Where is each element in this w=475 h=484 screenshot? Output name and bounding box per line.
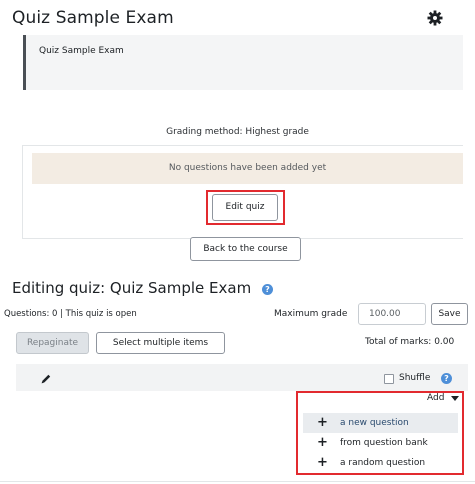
menu-item-random-question[interactable]: + a random question [303, 453, 458, 473]
menu-item-label: from question bank [340, 438, 428, 448]
plus-icon: + [317, 435, 328, 450]
divider [0, 481, 475, 482]
quiz-status: Questions: 0 | This quiz is open [4, 309, 137, 319]
no-questions-notice: No questions have been added yet [32, 153, 463, 184]
repaginate-button: Repaginate [16, 332, 89, 354]
gear-icon[interactable] [427, 10, 443, 26]
edit-quiz-button[interactable]: Edit quiz [212, 194, 278, 221]
shuffle-label: Shuffle [399, 373, 431, 383]
description-text: Quiz Sample Exam [39, 46, 124, 56]
select-multiple-button[interactable]: Select multiple items [96, 332, 225, 354]
plus-icon: + [317, 455, 328, 470]
page-title: Quiz Sample Exam [12, 8, 174, 28]
menu-item-new-question[interactable]: + a new question [303, 413, 458, 433]
back-to-course-button[interactable]: Back to the course [190, 237, 301, 261]
question-circle-icon[interactable]: ? [262, 284, 273, 295]
save-button[interactable]: Save [431, 303, 468, 325]
grading-method: Grading method: Highest grade [166, 127, 309, 137]
max-grade-label: Maximum grade [274, 309, 348, 319]
menu-item-label: a new question [340, 418, 409, 428]
shuffle-checkbox[interactable] [384, 374, 394, 384]
editing-title: Editing quiz: Quiz Sample Exam [12, 279, 252, 297]
menu-item-from-question-bank[interactable]: + from question bank [303, 433, 458, 453]
pencil-icon[interactable] [40, 373, 52, 385]
max-grade-input[interactable]: 100.00 [358, 303, 426, 325]
quiz-description: Quiz Sample Exam [23, 35, 463, 90]
shuffle-help-icon[interactable]: ? [441, 373, 452, 384]
plus-icon: + [317, 415, 328, 430]
total-marks: Total of marks: 0.00 [365, 337, 455, 347]
menu-item-label: a random question [340, 458, 426, 468]
